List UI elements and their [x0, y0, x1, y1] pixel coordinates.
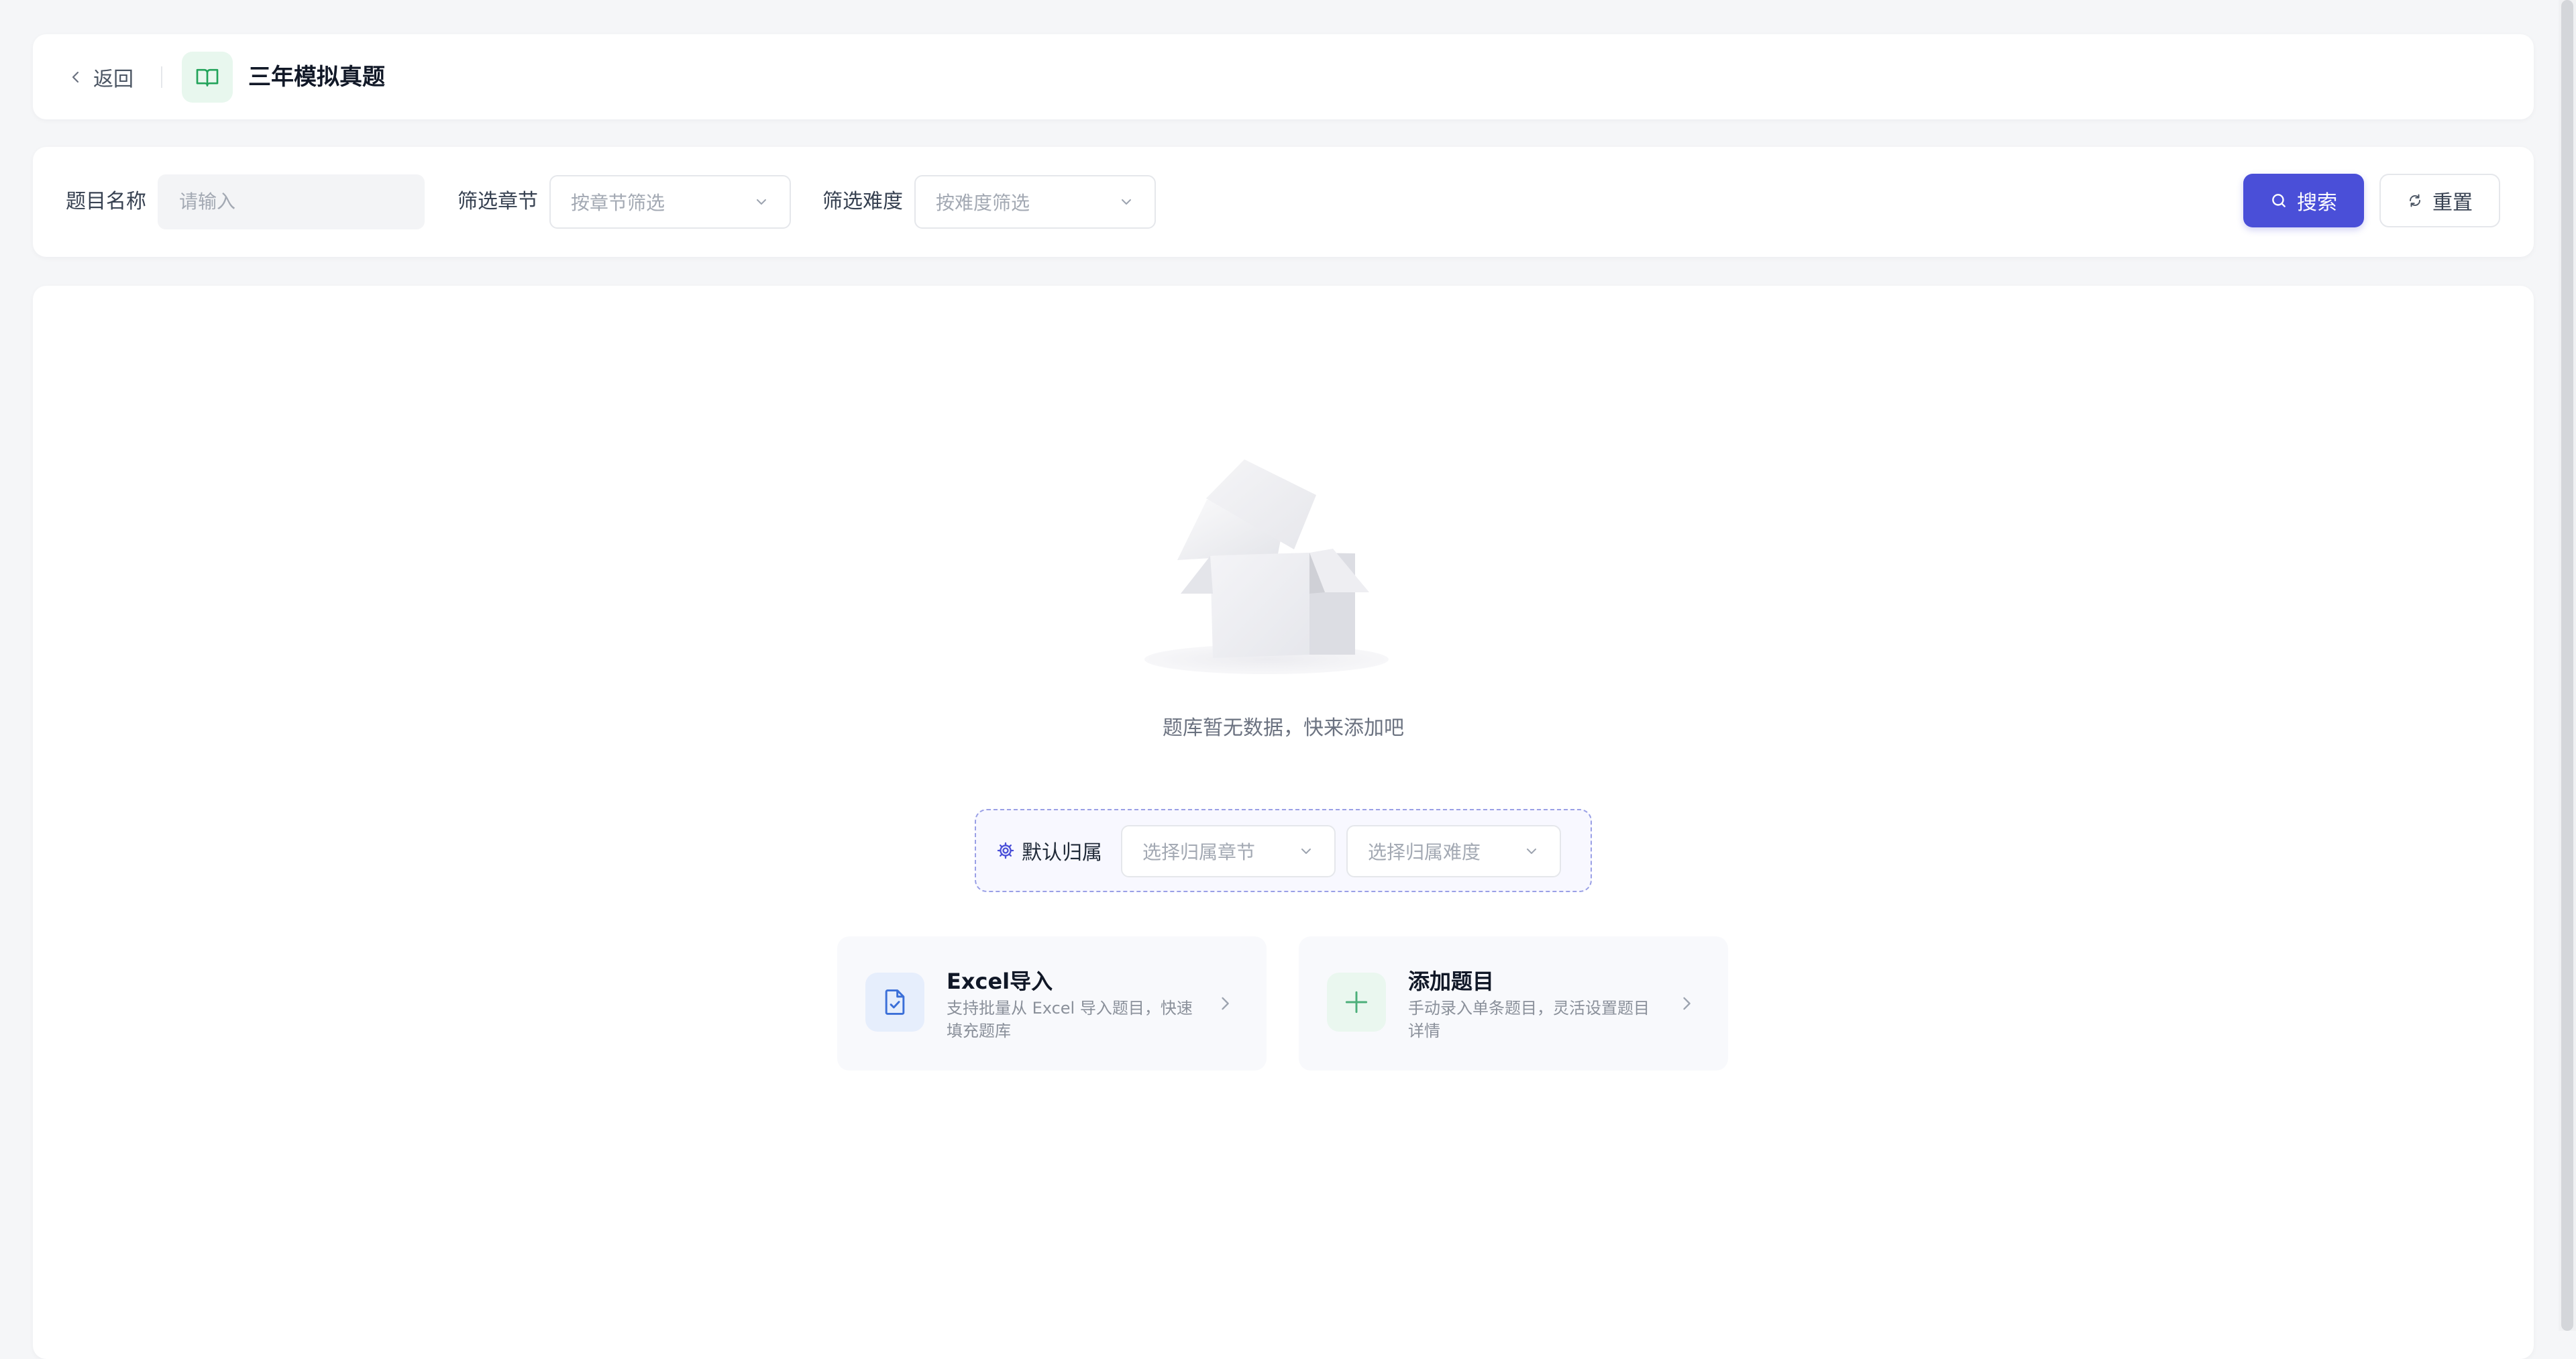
- chapter-filter-label: 筛选章节: [458, 190, 538, 213]
- gear-icon: [997, 842, 1014, 859]
- excel-import-description: 支持批量从 Excel 导入题目，快速填充题库: [947, 999, 1193, 1040]
- name-filter-label: 题目名称: [66, 190, 146, 213]
- chapter-select-placeholder: 按章节筛选: [571, 192, 665, 214]
- excel-import-card[interactable]: Excel导入 支持批量从 Excel 导入题目，快速填充题库: [837, 936, 1267, 1071]
- reset-button[interactable]: 重置: [2379, 174, 2500, 227]
- chevron-down-icon: [1527, 849, 1536, 854]
- chapter-select[interactable]: 按章节筛选: [549, 175, 791, 229]
- default-difficulty-placeholder: 选择归属难度: [1368, 841, 1481, 863]
- search-button-label: 搜索: [2297, 191, 2337, 215]
- empty-message: 题库暂无数据，快来添加吧: [1163, 716, 1404, 740]
- chevron-down-icon: [1122, 199, 1131, 205]
- vertical-scrollbar[interactable]: [2559, 0, 2576, 1331]
- default-assignment-box: 默认归属 选择归属章节 选择归属难度: [975, 809, 1592, 892]
- chevron-down-icon: [757, 199, 766, 205]
- search-icon: [2272, 194, 2286, 207]
- reset-button-label: 重置: [2432, 191, 2473, 215]
- back-button[interactable]: 返回: [68, 58, 133, 96]
- main-panel: 题库暂无数据，快来添加吧 默认归属 选择归属章节 选择归属难度 Excel导入 …: [33, 286, 2534, 1359]
- difficulty-select-placeholder: 按难度筛选: [936, 192, 1030, 214]
- difficulty-filter-label: 筛选难度: [822, 190, 903, 213]
- add-question-title: 添加题目: [1408, 969, 1495, 994]
- page-title: 三年模拟真题: [248, 64, 385, 91]
- difficulty-select[interactable]: 按难度筛选: [914, 175, 1156, 229]
- divider: [161, 66, 162, 88]
- name-input[interactable]: 请输入: [158, 174, 425, 229]
- excel-import-title: Excel导入: [947, 969, 1053, 994]
- empty-box-illustration: [1144, 459, 1389, 674]
- default-assignment-text: 默认归属: [1022, 841, 1102, 865]
- scrollbar-thumb[interactable]: [2561, 0, 2573, 1331]
- default-difficulty-select[interactable]: 选择归属难度: [1346, 825, 1561, 877]
- file-check-icon: [865, 973, 924, 1032]
- default-assignment-label: 默认归属: [996, 834, 1102, 867]
- refresh-icon: [2409, 194, 2421, 207]
- default-chapter-select[interactable]: 选择归属章节: [1121, 825, 1336, 877]
- book-icon: [182, 52, 233, 103]
- add-question-description: 手动录入单条题目，灵活设置题目详情: [1408, 999, 1650, 1040]
- add-question-card[interactable]: 添加题目 手动录入单条题目，灵活设置题目详情: [1299, 936, 1728, 1071]
- chevron-left-icon: [72, 71, 79, 83]
- default-chapter-placeholder: 选择归属章节: [1142, 841, 1256, 863]
- filter-bar: 题目名称 请输入 筛选章节 按章节筛选 筛选难度 按难度筛选 搜索 重置: [33, 147, 2534, 257]
- search-button[interactable]: 搜索: [2243, 174, 2364, 227]
- plus-icon: [1327, 973, 1386, 1032]
- back-label: 返回: [93, 68, 133, 91]
- chevron-right-icon: [1674, 991, 1699, 1016]
- chevron-down-icon: [1301, 849, 1311, 854]
- top-bar: 返回 三年模拟真题: [33, 34, 2534, 119]
- chevron-right-icon: [1213, 991, 1237, 1016]
